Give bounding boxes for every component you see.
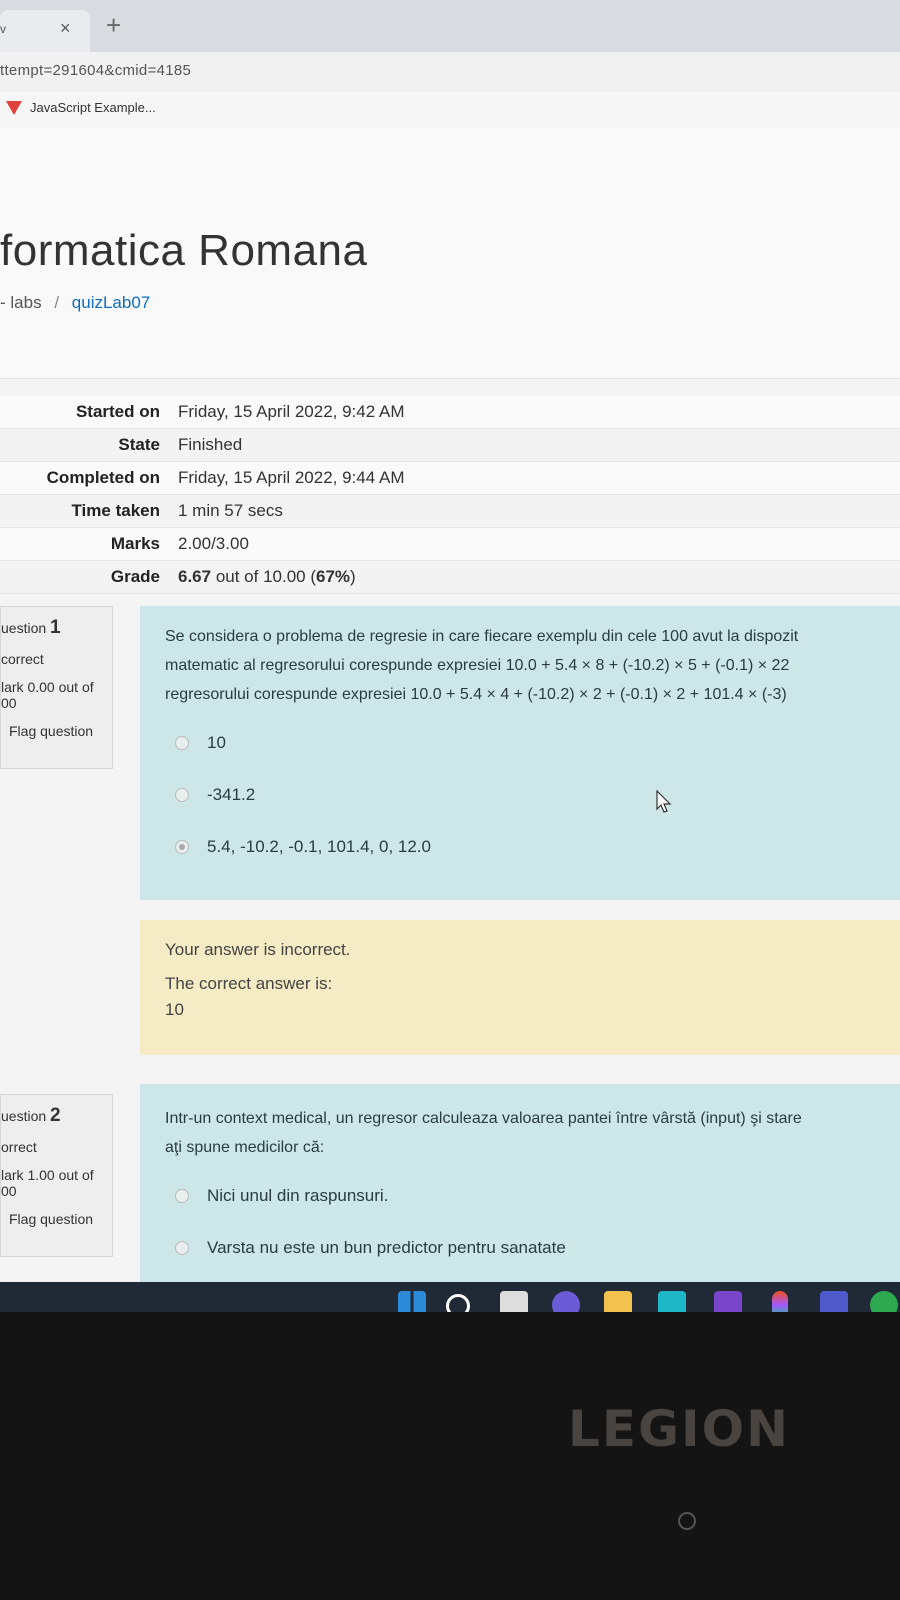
page-header: formatica Romana - labs / quizLab07 [0, 128, 900, 379]
radio-button[interactable] [175, 1189, 189, 1203]
grade-close: ) [350, 567, 356, 586]
question-2-content: Intr-un context medical, un regresor cal… [140, 1084, 900, 1284]
answer-option[interactable]: Varsta nu este un bun predictor pentru s… [175, 1222, 900, 1274]
feedback-incorrect: Your answer is incorrect. [165, 940, 351, 959]
bookmark-label: JavaScript Example... [30, 100, 156, 115]
summary-value: Finished [178, 435, 243, 454]
page-title: formatica Romana [0, 226, 368, 275]
summary-row-marks: Marks 2.00/3.00 [0, 528, 900, 561]
question-1-info: uestion 1 correct lark 0.00 out of 00 Fl… [0, 606, 113, 769]
summary-label: State [118, 435, 160, 454]
chrome-icon[interactable] [870, 1291, 898, 1312]
task-view-icon[interactable] [500, 1291, 528, 1312]
summary-row-started: Started on Friday, 15 April 2022, 9:42 A… [0, 396, 900, 429]
browser-tab[interactable]: v × [0, 10, 90, 52]
summary-row-state: State Finished [0, 429, 900, 462]
visual-studio-icon[interactable] [714, 1291, 742, 1312]
breadcrumb-course[interactable]: - labs [0, 293, 42, 312]
question-text-line: matematic al regresorului corespunde exp… [165, 657, 790, 674]
answer-option[interactable]: -341.2 [175, 769, 900, 821]
grade-score: 6.67 [178, 567, 212, 586]
summary-label: Completed on [46, 468, 160, 487]
summary-label: Grade [110, 567, 160, 586]
tab-label: v [0, 22, 6, 36]
answer-option[interactable]: 10 [175, 717, 900, 769]
laptop-brand-logo: LEGION [568, 1400, 791, 1458]
question-label: uestion [1, 620, 47, 636]
question-text-line: Se considera o problema de regresie in c… [165, 628, 799, 645]
vivaldi-logo-icon [6, 100, 22, 115]
question-number: uestion 1 [1, 607, 112, 639]
answer-option-selected[interactable]: 5.4, -10.2, -0.1, 101.4, 0, 12.0 [175, 821, 900, 873]
grade-out-of: out of 10.00 ( [211, 567, 316, 586]
question-mark: lark 1.00 out of [1, 1167, 94, 1183]
summary-label: Started on [75, 402, 160, 421]
file-explorer-icon[interactable] [604, 1291, 632, 1312]
url-text[interactable]: ttempt=291604&cmid=4185 [0, 62, 191, 79]
radio-button-checked[interactable] [175, 840, 189, 854]
question-label: uestion [1, 1108, 47, 1124]
attempt-summary-table: Started on Friday, 15 April 2022, 9:42 A… [0, 396, 900, 594]
figma-icon[interactable] [772, 1291, 788, 1312]
question-mark: lark 0.00 out of [1, 679, 94, 695]
summary-row-time-taken: Time taken 1 min 57 secs [0, 495, 900, 528]
question-mark-cont: 00 [1, 695, 17, 711]
answer-text: 10 [207, 733, 226, 752]
question-status: correct [1, 651, 44, 667]
windows-start-icon[interactable] [398, 1291, 426, 1312]
answer-text: Varsta nu este un bun predictor pentru s… [207, 1238, 566, 1257]
radio-button[interactable] [175, 788, 189, 802]
grade-percent: 67% [316, 567, 351, 586]
flag-question-link[interactable]: Flag question [1, 723, 112, 739]
windows-taskbar [0, 1282, 900, 1312]
chat-icon[interactable] [552, 1291, 580, 1312]
summary-value: 6.67 out of 10.00 (67%) [160, 567, 356, 587]
mouse-cursor-icon [656, 790, 672, 813]
summary-label: Marks [110, 534, 160, 553]
answer-text: -341.2 [207, 785, 256, 804]
radio-button[interactable] [175, 1241, 189, 1255]
question-status: orrect [1, 1139, 37, 1155]
summary-value: Friday, 15 April 2022, 9:44 AM [178, 468, 405, 487]
webstorm-icon[interactable] [658, 1291, 686, 1312]
question-number-value: 1 [50, 617, 61, 638]
breadcrumb: - labs / quizLab07 [0, 293, 150, 313]
feedback-correct-value: 10 [165, 1000, 184, 1019]
answer-text: 5.4, -10.2, -0.1, 101.4, 0, 12.0 [207, 837, 431, 856]
address-bar[interactable]: ttempt=291604&cmid=4185 [0, 52, 900, 92]
summary-label: Time taken [71, 501, 160, 520]
summary-value: 2.00/3.00 [178, 534, 249, 553]
feedback-correct-label: The correct answer is: [165, 974, 333, 993]
breadcrumb-quiz-link[interactable]: quizLab07 [72, 293, 150, 312]
summary-value: 1 min 57 secs [178, 501, 283, 520]
question-mark-cont: 00 [1, 1183, 17, 1199]
answer-text: Nici unul din raspunsuri. [207, 1186, 389, 1205]
question-2-info: uestion 2 orrect lark 1.00 out of 00 Fla… [0, 1094, 113, 1257]
question-number: uestion 2 [1, 1095, 112, 1127]
new-tab-button[interactable]: + [106, 10, 121, 41]
question-1-feedback: Your answer is incorrect. The correct an… [140, 920, 900, 1055]
camera-lens-icon [678, 1512, 696, 1530]
summary-row-completed: Completed on Friday, 15 April 2022, 9:44… [0, 462, 900, 495]
search-icon[interactable] [446, 1294, 470, 1312]
summary-row-grade: Grade 6.67 out of 10.00 (67%) [0, 561, 900, 594]
question-text-line: Intr-un context medical, un regresor cal… [165, 1110, 802, 1127]
question-1-content: Se considera o problema de regresie in c… [140, 606, 900, 900]
flag-question-link[interactable]: Flag question [1, 1211, 112, 1227]
question-text-line: aţi spune medicilor că: [165, 1139, 325, 1156]
summary-value: Friday, 15 April 2022, 9:42 AM [178, 402, 405, 421]
breadcrumb-separator: / [54, 293, 60, 312]
laptop-screen: v × + ttempt=291604&cmid=4185 JavaScript… [0, 0, 900, 1312]
bookmarks-bar: JavaScript Example... [0, 92, 900, 129]
question-number-value: 2 [50, 1105, 61, 1126]
teams-icon[interactable] [820, 1291, 848, 1312]
bookmark-javascript-example[interactable]: JavaScript Example... [6, 100, 156, 115]
question-text-line: regresorului corespunde expresiei 10.0 +… [165, 686, 787, 703]
radio-button[interactable] [175, 736, 189, 750]
browser-tab-bar: v × + [0, 0, 900, 52]
answer-option[interactable]: Nici unul din raspunsuri. [175, 1170, 900, 1222]
close-tab-icon[interactable]: × [60, 18, 71, 39]
